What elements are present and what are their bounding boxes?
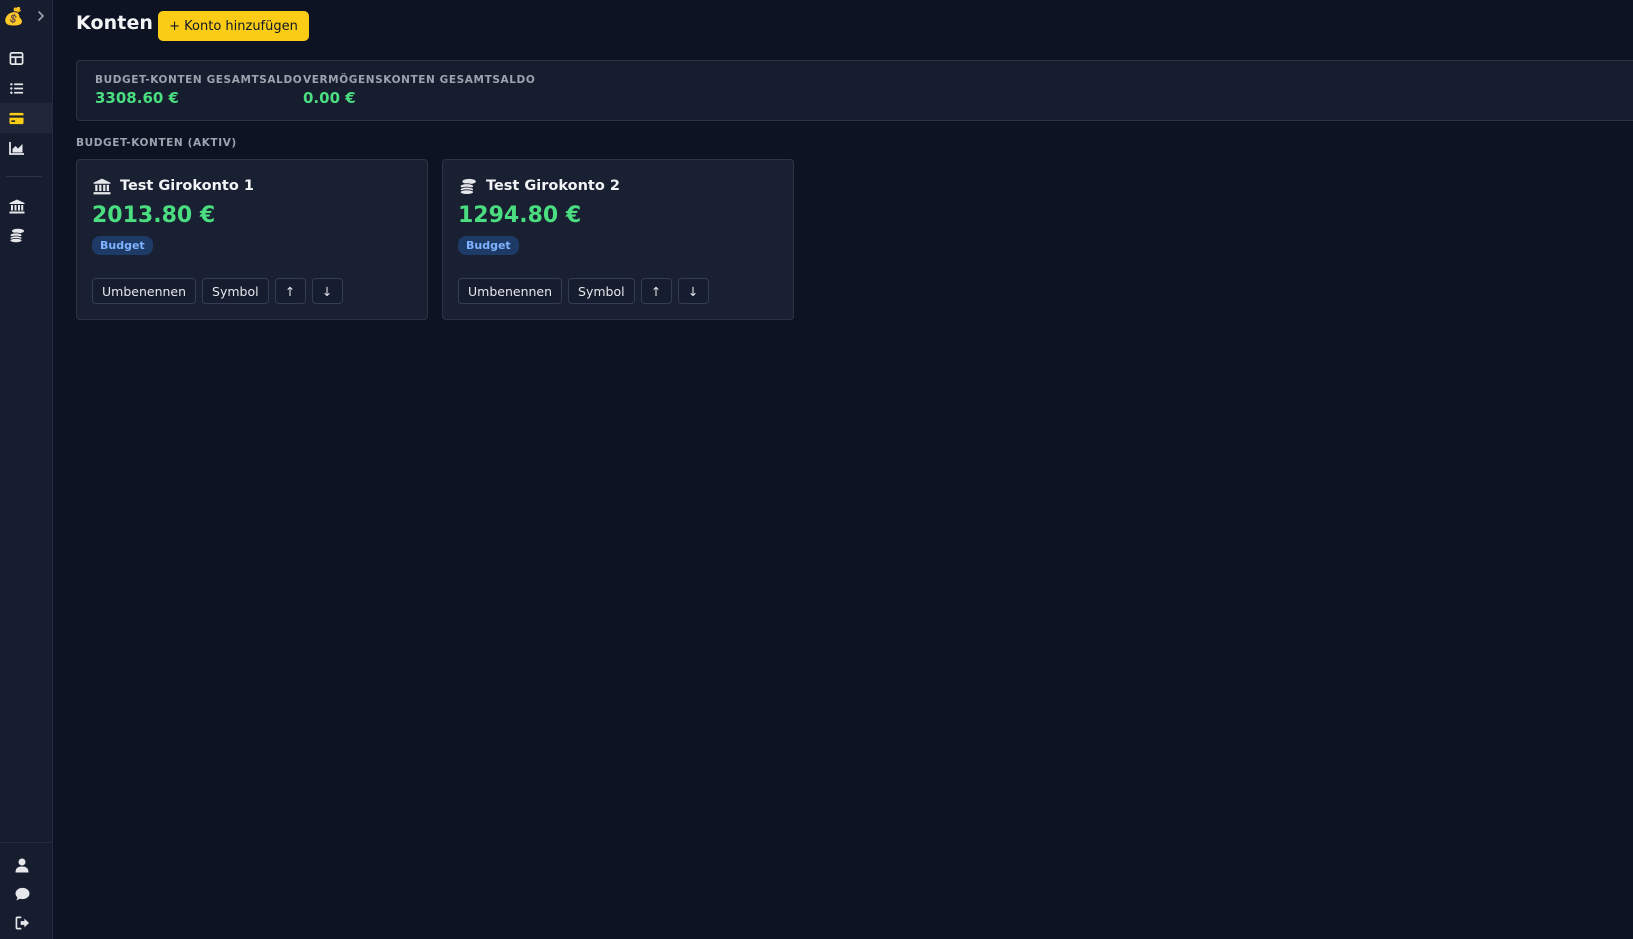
page-title: Konten <box>76 12 154 34</box>
assets-total-label: VERMÖGENSKONTEN GESAMTSALDO <box>303 74 536 86</box>
sidebar-item-accounts[interactable] <box>0 103 52 133</box>
bank-icon <box>9 199 25 213</box>
sidebar-item-profile[interactable] <box>0 851 52 879</box>
expand-sidebar-button[interactable] <box>33 6 49 26</box>
balance-summary: BUDGET-KONTEN GESAMTSALDO 3308.60 € VERM… <box>76 60 1633 121</box>
sidebar-bottom-divider <box>0 842 53 843</box>
sidebar-divider <box>6 176 42 177</box>
sidebar-item-reports[interactable] <box>0 133 52 163</box>
account-card: Test Girokonto 2 1294.80 € Budget Umbene… <box>442 159 794 320</box>
bank-icon <box>92 176 112 196</box>
assets-total-value: 0.00 € <box>303 89 356 107</box>
budget-total-value: 3308.60 € <box>95 89 179 107</box>
add-account-button[interactable]: + Konto hinzufügen <box>158 11 309 41</box>
sidebar-item-dashboard[interactable] <box>0 43 52 73</box>
sidebar-item-account-2[interactable] <box>0 220 52 250</box>
logout-icon <box>15 916 30 930</box>
sidebar-header: 💰 <box>0 0 53 36</box>
rename-button[interactable]: Umbenennen <box>92 278 197 304</box>
arrow-up-icon: ↑ <box>284 283 296 299</box>
section-heading: BUDGET-KONTEN (AKTIV) <box>76 137 237 149</box>
sidebar-item-feedback[interactable] <box>0 880 52 908</box>
coins-icon <box>9 228 24 243</box>
user-icon <box>15 858 29 872</box>
account-actions: Umbenennen Symbol ↑ ↓ <box>92 278 343 304</box>
arrow-down-icon: ↓ <box>687 283 699 299</box>
account-balance: 2013.80 € <box>92 203 216 228</box>
account-name: Test Girokonto 2 <box>486 178 620 194</box>
move-up-button[interactable]: ↑ <box>640 278 672 304</box>
account-actions: Umbenennen Symbol ↑ ↓ <box>458 278 709 304</box>
budget-total: BUDGET-KONTEN GESAMTSALDO 3308.60 € <box>95 74 302 107</box>
dashboard-icon <box>9 51 24 65</box>
account-header: Test Girokonto 1 <box>92 176 254 196</box>
coins-icon <box>458 176 478 196</box>
assets-total: VERMÖGENSKONTEN GESAMTSALDO 0.00 € <box>303 74 535 107</box>
budget-total-label: BUDGET-KONTEN GESAMTSALDO <box>95 74 303 86</box>
symbol-button[interactable]: Symbol <box>568 278 635 304</box>
chevron-right-icon <box>38 11 44 21</box>
move-down-button[interactable]: ↓ <box>311 278 343 304</box>
credit-card-icon <box>9 112 24 124</box>
account-type-badge: Budget <box>92 236 153 255</box>
sidebar-item-account-1[interactable] <box>0 191 52 221</box>
app-logo-icon[interactable]: 💰 <box>3 6 25 28</box>
account-header: Test Girokonto 2 <box>458 176 620 196</box>
main-content: Konten + Konto hinzufügen BUDGET-KONTEN … <box>53 0 1633 939</box>
list-icon <box>10 82 24 94</box>
arrow-up-icon: ↑ <box>650 283 662 299</box>
move-up-button[interactable]: ↑ <box>274 278 306 304</box>
account-card: Test Girokonto 1 2013.80 € Budget Umbene… <box>76 159 428 320</box>
move-down-button[interactable]: ↓ <box>677 278 709 304</box>
symbol-button[interactable]: Symbol <box>202 278 269 304</box>
sidebar-item-transactions[interactable] <box>0 73 52 103</box>
account-name: Test Girokonto 1 <box>120 178 254 194</box>
rename-button[interactable]: Umbenennen <box>458 278 563 304</box>
account-balance: 1294.80 € <box>458 203 582 228</box>
arrow-down-icon: ↓ <box>321 283 333 299</box>
account-type-badge: Budget <box>458 236 519 255</box>
chat-icon <box>15 887 30 901</box>
sidebar: 💰 <box>0 0 53 939</box>
sidebar-item-logout[interactable] <box>0 909 52 937</box>
chart-icon <box>9 142 24 155</box>
